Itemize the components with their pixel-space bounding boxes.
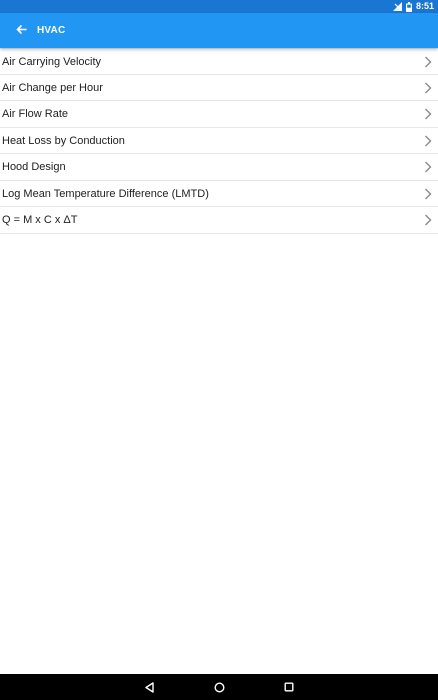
list-item-q-equals-mc-delta-t[interactable]: Q = M x C x ΔT (0, 207, 438, 234)
chevron-right-icon (424, 82, 432, 94)
list-item-air-flow-rate[interactable]: Air Flow Rate (0, 101, 438, 128)
back-button[interactable] (12, 22, 30, 40)
home-circle-icon (213, 681, 225, 693)
battery-icon (405, 1, 412, 12)
chevron-right-icon (424, 108, 432, 120)
list-item-lmtd[interactable]: Log Mean Temperature Difference (LMTD) (0, 181, 438, 207)
nav-recents-button[interactable] (274, 674, 304, 700)
list-item-air-carrying-velocity[interactable]: Air Carrying Velocity (0, 48, 438, 75)
chevron-right-icon (424, 135, 432, 147)
nav-home-button[interactable] (204, 674, 234, 700)
arrow-left-icon (15, 22, 27, 40)
status-time: 8:51 (415, 1, 434, 11)
list-item-label: Hood Design (2, 161, 66, 173)
chevron-right-icon (424, 56, 432, 68)
nav-back-button[interactable] (134, 674, 164, 700)
page-title: HVAC (37, 25, 66, 36)
back-triangle-icon (144, 681, 155, 693)
list-item-label: Heat Loss by Conduction (2, 134, 125, 147)
status-bar: 8:51 (0, 0, 438, 13)
system-navigation-bar (0, 674, 438, 700)
list-item-label: Q = M x C x ΔT (2, 214, 78, 226)
list-item-hood-design[interactable]: Hood Design (0, 154, 438, 181)
list-item-label: Air Carrying Velocity (2, 56, 102, 68)
signal-icon (392, 2, 402, 11)
chevron-right-icon (424, 214, 432, 226)
list-item-air-change-per-hour[interactable]: Air Change per Hour (0, 75, 438, 101)
chevron-right-icon (424, 188, 432, 200)
recents-square-icon (284, 682, 294, 692)
chevron-right-icon (424, 161, 432, 173)
list-item-label: Air Flow Rate (2, 108, 69, 120)
calculator-list: Air Carrying Velocity Air Change per Hou… (0, 48, 438, 234)
status-icons: 8:51 (392, 0, 434, 13)
list-item-label: Air Change per Hour (2, 81, 103, 94)
list-item-heat-loss-by-conduction[interactable]: Heat Loss by Conduction (0, 128, 438, 154)
list-item-label: Log Mean Temperature Difference (LMTD) (2, 187, 209, 200)
app-bar: HVAC (0, 13, 438, 48)
